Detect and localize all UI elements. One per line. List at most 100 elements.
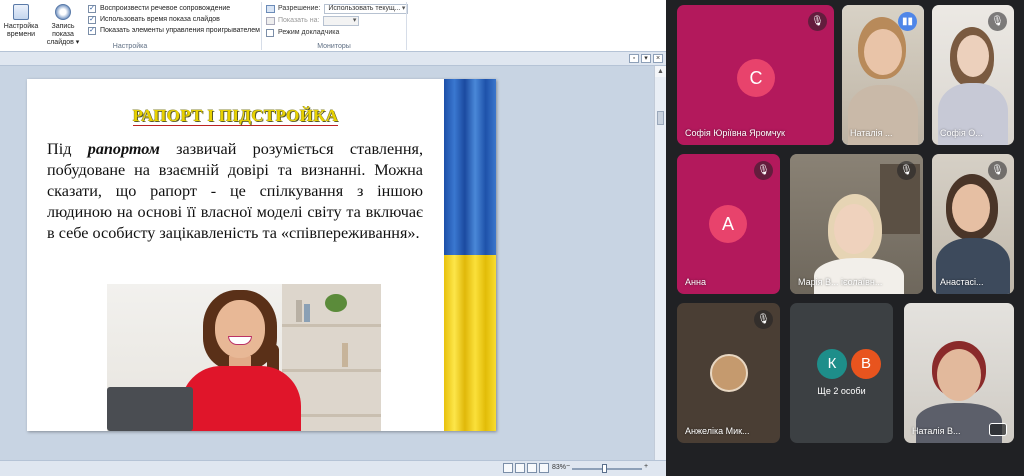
more-participants-label: Ще 2 особи bbox=[817, 386, 866, 396]
close-icon[interactable]: × bbox=[653, 54, 663, 63]
record-icon bbox=[55, 4, 71, 20]
participant-face bbox=[957, 35, 989, 77]
slide-photo bbox=[107, 284, 381, 431]
slide-title-text: РАПОРТ І ПІДСТРОЙКА bbox=[132, 106, 339, 126]
chevron-down-icon[interactable]: ▾ bbox=[641, 54, 651, 63]
participant-tile[interactable]: 🎙︎ Софія О... bbox=[932, 5, 1014, 145]
red-shirt bbox=[181, 366, 301, 431]
monitor-icon bbox=[266, 4, 275, 13]
zoom-slider[interactable] bbox=[572, 468, 642, 470]
zoom-out-button[interactable]: − bbox=[566, 463, 570, 470]
zoom-in-button[interactable]: + bbox=[644, 463, 648, 470]
avatar: С bbox=[737, 59, 775, 97]
avatar: В bbox=[851, 349, 881, 379]
participant-face bbox=[834, 204, 874, 254]
participant-tile[interactable]: С 🎙︎ Софія Юріївна Яромчук bbox=[677, 5, 834, 145]
participant-tile[interactable]: 🎙︎ Анастасі... bbox=[932, 154, 1014, 294]
show-on-row: Показать на: bbox=[266, 15, 408, 26]
slide-sorter-icon[interactable] bbox=[515, 463, 525, 473]
checkbox-box[interactable]: ✓ bbox=[88, 4, 96, 13]
participant-face bbox=[952, 184, 990, 232]
status-bar: 83% − + bbox=[0, 460, 666, 476]
mic-off-icon: 🎙︎ bbox=[988, 161, 1007, 180]
more-participants-tile[interactable]: К В Ще 2 особи bbox=[790, 303, 893, 443]
participant-tile[interactable]: Наталія В... bbox=[904, 303, 1014, 443]
participant-tile[interactable]: 🎙︎ Анжеліка Мик... bbox=[677, 303, 780, 443]
zoom-level[interactable]: 83% bbox=[552, 464, 566, 471]
view-buttons bbox=[503, 463, 549, 473]
ruler-bar: ▫ ▾ × bbox=[0, 52, 666, 66]
use-timings-checkbox[interactable]: ✓ Использовать время показа слайдов bbox=[88, 14, 260, 25]
participant-tile[interactable]: А 🎙︎ Анна bbox=[677, 154, 780, 294]
ukraine-flag bbox=[444, 79, 496, 431]
slide: РАПОРТ І ПІДСТРОЙКА Під рапортом зазвича… bbox=[27, 79, 496, 431]
resolution-dropdown[interactable]: Использовать текущ... bbox=[324, 3, 409, 14]
reading-view-icon[interactable] bbox=[527, 463, 537, 473]
show-on-dropdown[interactable] bbox=[323, 15, 360, 26]
mic-off-icon: 🎙︎ bbox=[808, 12, 827, 31]
checkbox-box[interactable] bbox=[266, 28, 274, 37]
slideshow-view-icon[interactable] bbox=[539, 463, 549, 473]
mic-off-icon: 🎙︎ bbox=[988, 12, 1007, 31]
slide-body: Під рапортом зазвичай розуміється ставле… bbox=[47, 139, 423, 244]
presenter-view-checkbox[interactable]: Режим докладчика bbox=[266, 27, 408, 38]
participant-face bbox=[937, 349, 981, 401]
participant-name: Анжеліка Мик... bbox=[685, 426, 750, 436]
show-media-controls-checkbox[interactable]: ✓ Показать элементы управления проигрыват… bbox=[88, 25, 260, 36]
checkbox-label: Использовать время показа слайдов bbox=[100, 16, 220, 23]
scroll-thumb[interactable] bbox=[657, 111, 664, 125]
participant-name: Марія В... ієолаївн... bbox=[798, 277, 883, 287]
record-slideshow-button[interactable]: Запись показа слайдов ▾ bbox=[40, 2, 86, 47]
zoom-slider-handle[interactable] bbox=[602, 464, 607, 473]
vertical-scrollbar[interactable]: ▲ bbox=[654, 66, 666, 460]
page-icon[interactable]: ▫ bbox=[629, 54, 639, 63]
normal-view-icon[interactable] bbox=[503, 463, 513, 473]
checkbox-box[interactable]: ✓ bbox=[88, 26, 96, 35]
mic-off-icon: 🎙︎ bbox=[897, 161, 916, 180]
body-prefix: Під bbox=[47, 140, 88, 158]
avatar: А bbox=[709, 205, 747, 243]
more-avatars: К В bbox=[817, 349, 885, 379]
play-narrations-checkbox[interactable]: ✓ Воспроизвести речевое сопровождение bbox=[88, 3, 260, 14]
participant-name: Анастасі... bbox=[940, 277, 984, 287]
avatar: К bbox=[817, 349, 847, 379]
rehearse-timings-icon bbox=[13, 4, 29, 20]
picture-in-picture-icon[interactable] bbox=[989, 423, 1007, 436]
participant-name: Наталія В... bbox=[912, 426, 961, 436]
body-term: рапортом bbox=[87, 140, 160, 158]
monitors-group: Разрешение: Использовать текущ... Показа… bbox=[266, 3, 409, 39]
participant-name: Софія Юріївна Яромчук bbox=[685, 128, 785, 138]
monitors-group-label: Мониторы bbox=[317, 43, 351, 50]
mic-off-icon: 🎙︎ bbox=[754, 161, 773, 180]
resolution-label: Разрешение: bbox=[278, 5, 321, 12]
speaking-icon: ▮▮ bbox=[898, 12, 917, 31]
presenter-view-label: Режим докладчика bbox=[278, 29, 340, 36]
laptop bbox=[107, 387, 193, 431]
avatar bbox=[710, 354, 748, 392]
participant-name: Наталія ... bbox=[850, 128, 893, 138]
setup-group-label: Настройка bbox=[112, 43, 148, 50]
plant bbox=[325, 294, 347, 312]
checkbox-box[interactable]: ✓ bbox=[88, 15, 96, 24]
participant-tile[interactable]: ▮▮ Наталія ... bbox=[842, 5, 924, 145]
group-divider bbox=[261, 2, 262, 50]
group-divider bbox=[406, 2, 407, 50]
resolution-row: Разрешение: Использовать текущ... bbox=[266, 3, 409, 14]
ribbon: Настройка времени Запись показа слайдов … bbox=[0, 0, 666, 52]
slide-title: РАПОРТ І ПІДСТРОЙКА bbox=[27, 106, 444, 126]
checkbox-label: Показать элементы управления проигрывате… bbox=[100, 27, 260, 34]
woman-face bbox=[215, 300, 265, 358]
scroll-up-icon[interactable]: ▲ bbox=[655, 66, 666, 77]
checkbox-label: Воспроизвести речевое сопровождение bbox=[100, 5, 231, 12]
mic-off-icon: 🎙︎ bbox=[754, 310, 773, 329]
participant-name: Софія О... bbox=[940, 128, 983, 138]
powerpoint-window: Настройка времени Запись показа слайдов … bbox=[0, 0, 666, 476]
meet-participant-grid: С 🎙︎ Софія Юріївна Яромчук ▮▮ Наталія ..… bbox=[666, 0, 1024, 476]
participant-name: Анна bbox=[685, 277, 706, 287]
screen: Настройка времени Запись показа слайдов … bbox=[0, 0, 1024, 476]
rehearse-timings-label: Настройка времени bbox=[3, 23, 39, 38]
participant-tile[interactable]: 🎙︎ Марія В... ієолаївн... bbox=[790, 154, 923, 294]
rehearse-timings-button[interactable]: Настройка времени bbox=[3, 2, 39, 39]
participant-face bbox=[864, 29, 902, 75]
show-on-label: Показать на: bbox=[278, 17, 320, 24]
